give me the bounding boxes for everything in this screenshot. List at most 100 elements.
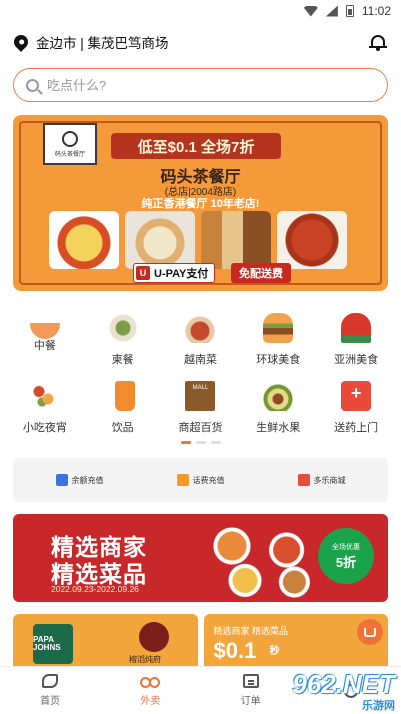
category-item[interactable]: 越南菜 [162, 313, 240, 367]
ship-wheel-icon [62, 130, 78, 147]
banner-headline: 低至$0.1 全场7折 [111, 133, 281, 159]
upay-label: U-PAY支付 [154, 268, 209, 280]
page-indicator [0, 441, 401, 444]
avocado-icon [263, 381, 294, 411]
watermark-text: 乐游网 [362, 699, 395, 712]
burger-icon [263, 313, 294, 343]
noodle-bowl-icon [185, 313, 216, 343]
search-icon [26, 78, 39, 92]
promo-discount-badge: 全场优惠 5折 [318, 528, 374, 584]
signal-icon [325, 5, 338, 17]
mall-bag-icon [297, 474, 310, 486]
order-list-icon [242, 674, 259, 688]
search-bar[interactable] [13, 68, 388, 102]
tab-home[interactable]: 首页 [0, 667, 100, 714]
promo-banner[interactable]: 精选商家 精选菜品 2022.09.23-2022.09.26 全场优惠 5折 [13, 514, 388, 602]
skewer-icon [29, 381, 60, 411]
mall-icon [185, 381, 216, 411]
phone-topup-icon [176, 474, 189, 486]
tab-label: 订单 [240, 696, 261, 707]
food-image [277, 211, 347, 269]
category-item[interactable]: 环球美食 [239, 313, 317, 367]
watermark-number: 962.NET [292, 669, 395, 699]
home-icon [42, 674, 59, 688]
quick-links-bar: 余额充值 话费充值 多乐商城 [13, 458, 388, 502]
quick-link-phone[interactable]: 话费充值 [176, 474, 225, 486]
wallet-icon [55, 474, 68, 486]
deal-title: 精选商家 精选菜品 [213, 626, 289, 636]
category-label: 饮品 [111, 422, 134, 434]
plate-icon [107, 313, 138, 343]
page-dot [210, 441, 221, 444]
location-pin-icon [11, 32, 31, 52]
location-separator: | [80, 36, 84, 51]
category-grid: 中餐 柬餐 越南菜 环球美食 亚洲美食 小吃夜宵 饮品 商超百货 生鲜水果 送药… [0, 313, 401, 435]
battery-icon [345, 5, 354, 17]
promo-date-range: 2022.09.23-2022.09.26 [51, 584, 139, 594]
food-image [49, 211, 119, 269]
page-dot [195, 441, 206, 444]
location-bar[interactable]: 金边市 | 集茂巴笃商场 [0, 22, 401, 62]
category-label: 商超百货 [178, 422, 223, 434]
location-text[interactable]: 金边市 | 集茂巴笃商场 [36, 32, 369, 52]
banner-slogan: 纯正香港餐厅 10年老店! [141, 198, 260, 210]
quick-link-label: 余额充值 [71, 475, 104, 485]
status-bar: 11:02 [0, 0, 401, 22]
wifi-icon [303, 5, 318, 17]
location-city: 金边市 [36, 36, 77, 51]
free-delivery-tag: 免配送费 [231, 263, 291, 283]
category-item[interactable]: 中餐 [6, 313, 84, 367]
feature-cards: PAPA JOHNS 榕滔炖府 精选商家 精选菜品 $0.1 秒 [13, 614, 388, 674]
tab-label: 外卖 [140, 696, 161, 707]
hero-banner[interactable]: 码头茶餐厅 低至$0.1 全场7折 码头茶餐厅 (总店|2004路店) 纯正香港… [13, 115, 388, 291]
restaurant-logo-icon [139, 622, 169, 652]
banner-food-images [49, 211, 347, 269]
quick-link-balance[interactable]: 余额充值 [55, 474, 104, 486]
category-item[interactable]: 亚洲美食 [317, 313, 395, 367]
medical-kit-icon [341, 381, 372, 411]
quick-link-mall[interactable]: 多乐商城 [297, 474, 346, 486]
bell-icon[interactable] [369, 33, 387, 51]
category-item[interactable]: 饮品 [84, 381, 162, 435]
drink-cup-icon [115, 381, 136, 411]
category-label: 柬餐 [111, 354, 134, 366]
badge-main-text: 5折 [335, 554, 357, 570]
category-item[interactable]: 柬餐 [84, 313, 162, 367]
category-item[interactable]: 生鲜水果 [239, 381, 317, 435]
location-place: 集茂巴笃商场 [87, 36, 169, 51]
scooter-icon [140, 674, 161, 688]
papa-johns-logo: PAPA JOHNS [33, 624, 73, 664]
tab-label: 首页 [40, 696, 61, 707]
page-dot-active [180, 441, 191, 444]
cart-button[interactable] [357, 619, 383, 645]
category-label: 亚洲美食 [334, 354, 379, 366]
logo-text: 码头茶餐厅 [54, 151, 85, 158]
tab-delivery[interactable]: 外卖 [100, 667, 200, 714]
category-label: 小吃夜宵 [22, 422, 67, 434]
category-label: 送药上门 [334, 422, 379, 434]
upay-tag: U U-PAY支付 [133, 263, 216, 283]
quick-link-label: 话费充值 [192, 475, 225, 485]
category-item[interactable]: 小吃夜宵 [6, 381, 84, 435]
restaurant-logo: 码头茶餐厅 [43, 123, 97, 165]
promo-dishes-image [193, 518, 323, 598]
category-label: 环球美食 [256, 354, 301, 366]
search-input[interactable] [47, 77, 375, 93]
restaurant-name: 榕滔炖府 [129, 655, 161, 664]
food-image [201, 211, 271, 269]
category-label: 中餐 [33, 340, 56, 352]
asian-hat-icon [341, 313, 372, 343]
status-time: 11:02 [361, 4, 391, 18]
deal-price: $0.1 [213, 638, 257, 663]
category-item[interactable]: 送药上门 [317, 381, 395, 435]
watermark: 962.NET 乐游网 [265, 669, 395, 712]
brand-card[interactable]: PAPA JOHNS 榕滔炖府 [13, 614, 198, 674]
category-item[interactable]: 商超百货 [162, 381, 240, 435]
deal-suffix: 秒 [269, 646, 280, 657]
category-label: 生鲜水果 [256, 422, 301, 434]
upay-icon: U [136, 266, 150, 280]
cart-icon [364, 627, 376, 637]
food-image [125, 211, 195, 269]
quick-link-label: 多乐商城 [313, 475, 346, 485]
category-label: 越南菜 [183, 354, 217, 366]
